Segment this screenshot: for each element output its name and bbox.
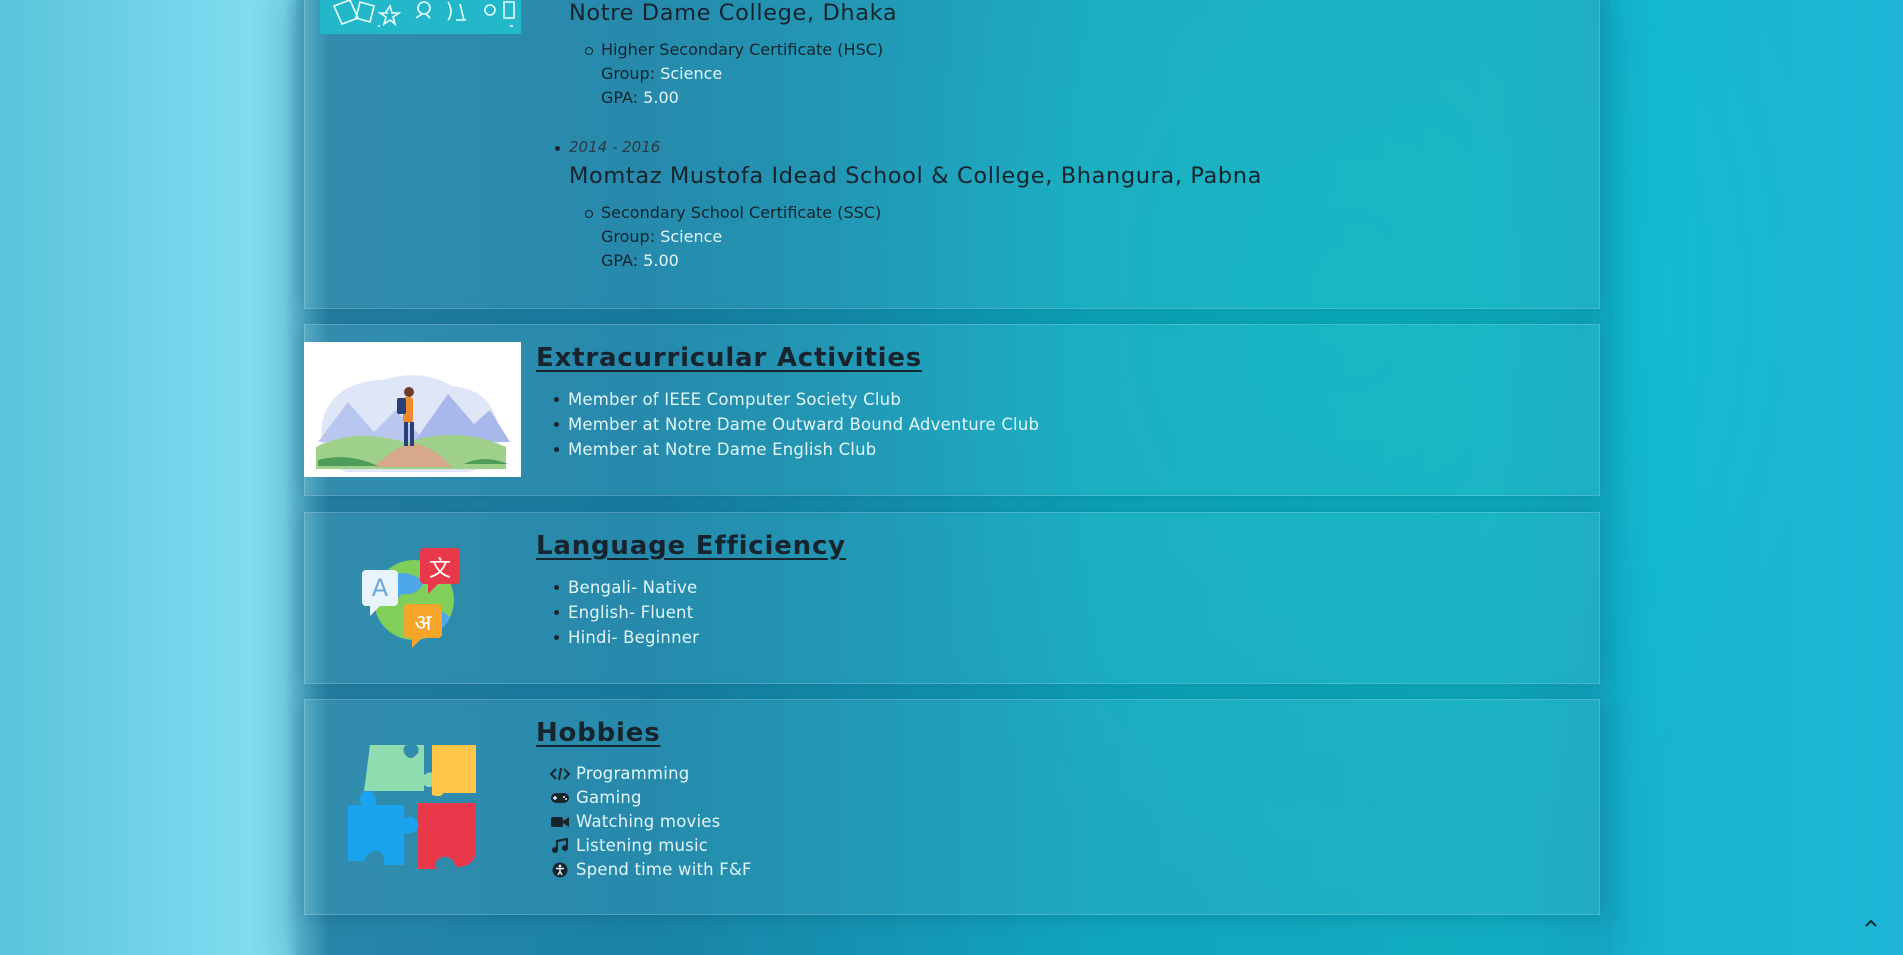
- music-note-icon: [550, 838, 570, 854]
- hobbies-list: Programming Gaming Watching movies Liste…: [550, 762, 752, 882]
- list-item-text: Spend time with F&F: [576, 860, 752, 879]
- degree-list: Secondary School Certificate (SSC) Group…: [569, 201, 1201, 273]
- hobbies-title: Hobbies: [536, 718, 661, 748]
- list-item-text: Watching movies: [576, 812, 721, 831]
- degree-title: Higher Secondary Certificate (HSC): [601, 40, 884, 59]
- list-item: Member of IEEE Computer Society Club: [554, 387, 1039, 412]
- bullet-dot: [554, 610, 559, 615]
- list-item-text: Member at Notre Dame Outward Bound Adven…: [568, 415, 1040, 434]
- list-item: Gaming: [550, 786, 752, 810]
- letter-a-glyph: A: [372, 574, 389, 602]
- school-name: Momtaz Mustofa Idead School & College, B…: [569, 163, 1262, 189]
- group-label: Group:: [601, 227, 656, 246]
- code-icon: [550, 766, 570, 782]
- hiker-icon: [316, 375, 510, 472]
- language-illustration: A 文 अ: [356, 546, 468, 652]
- list-item: Member at Notre Dame English Club: [554, 437, 1039, 462]
- list-item-text: Bengali- Native: [568, 578, 698, 597]
- language-list: Bengali- Native English- Fluent Hindi- B…: [554, 575, 700, 650]
- list-item: Watching movies: [550, 810, 752, 834]
- group-item: Group: Science: [601, 225, 1201, 249]
- education-image: [320, 0, 521, 34]
- hobbies-card: [304, 699, 1600, 915]
- list-item: Programming: [550, 762, 752, 786]
- list-item-text: Listening music: [576, 836, 708, 855]
- group-label: Group:: [601, 64, 656, 83]
- language-title: Language Efficiency: [536, 531, 846, 561]
- bullet-dot: [554, 397, 559, 402]
- list-item: Hindi- Beginner: [554, 625, 700, 650]
- puzzle-illustration: [348, 743, 478, 871]
- list-item-text: Programming: [576, 764, 690, 783]
- education-entry: 2014 - 2016: [555, 137, 1469, 156]
- list-item: English- Fluent: [554, 600, 699, 625]
- group-item: Group: Science: [601, 62, 1201, 86]
- degree-title: Secondary School Certificate (SSC): [601, 203, 882, 222]
- chinese-glyph: 文: [429, 557, 451, 582]
- bullet-circle: [585, 47, 593, 55]
- list-item: Listening music: [550, 834, 752, 858]
- list-item-text: English- Fluent: [568, 603, 694, 622]
- school-name: Notre Dame College, Dhaka: [569, 0, 898, 26]
- list-item: Member at Notre Dame Outward Bound Adven…: [554, 412, 1040, 437]
- universal-access-icon: [550, 862, 570, 878]
- language-card: [304, 512, 1600, 684]
- group-value: Science: [660, 64, 723, 83]
- list-item-text: Member at Notre Dame English Club: [568, 440, 877, 459]
- list-item-text: Member of IEEE Computer Society Club: [568, 390, 902, 409]
- gpa-value: 5.00: [643, 88, 679, 107]
- chevron-up-icon: [1865, 919, 1877, 927]
- extracurricular-title: Extracurricular Activities: [536, 343, 923, 373]
- gpa-item: GPA: 5.00: [601, 86, 1201, 110]
- list-item: Spend time with F&F: [550, 858, 752, 882]
- list-item-text: Gaming: [576, 788, 642, 807]
- degree-item: Higher Secondary Certificate (HSC): [585, 38, 1201, 62]
- bullet-circle: [585, 210, 593, 218]
- bullet-dot: [554, 422, 559, 427]
- gpa-value: 5.00: [643, 251, 679, 270]
- education-doodle-icon: [332, 0, 515, 27]
- bullet-dot: [555, 146, 560, 151]
- gpa-label: GPA:: [601, 88, 639, 107]
- gpa-label: GPA:: [601, 251, 639, 270]
- translate-icon: A 文 अ: [362, 548, 460, 648]
- list-item-text: Hindi- Beginner: [568, 628, 700, 647]
- bullet-dot: [554, 635, 559, 640]
- hiker-illustration: [304, 342, 521, 477]
- gpa-item: GPA: 5.00: [601, 249, 1201, 273]
- scroll-to-top-button[interactable]: [1861, 913, 1881, 933]
- video-camera-icon: [550, 814, 570, 830]
- puzzle-icon: [348, 745, 476, 871]
- list-item: Bengali- Native: [554, 575, 699, 600]
- degree-list: Higher Secondary Certificate (HSC) Group…: [569, 38, 1201, 110]
- bullet-dot: [554, 585, 559, 590]
- extracurricular-list: Member of IEEE Computer Society Club Mem…: [554, 387, 1040, 462]
- education-years: 2014 - 2016: [569, 138, 661, 156]
- degree-item: Secondary School Certificate (SSC): [585, 201, 1201, 225]
- group-value: Science: [660, 227, 723, 246]
- devanagari-glyph: अ: [415, 611, 433, 636]
- bullet-dot: [554, 447, 559, 452]
- gamepad-icon: [550, 790, 570, 806]
